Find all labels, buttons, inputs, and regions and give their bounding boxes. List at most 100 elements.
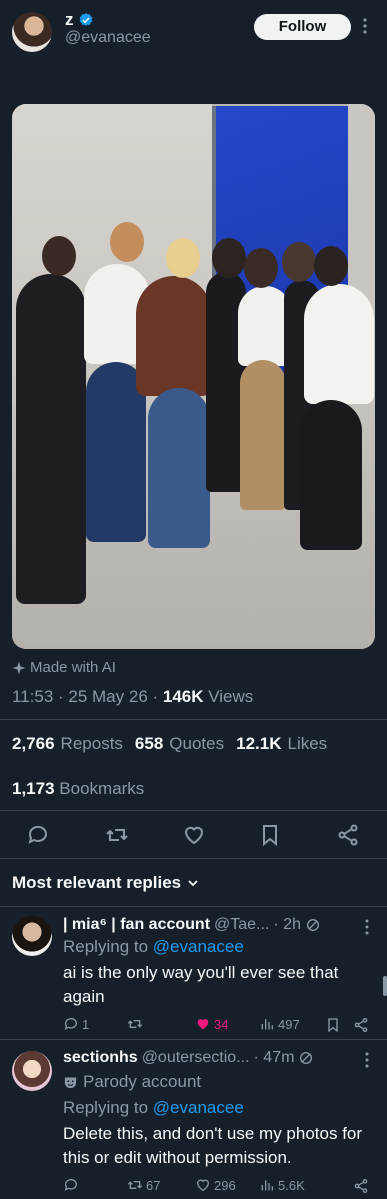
photo-person xyxy=(136,276,212,396)
reply-avatar[interactable] xyxy=(12,916,52,956)
reply-reply-action[interactable] xyxy=(63,1177,82,1193)
like-icon xyxy=(197,1019,209,1030)
reply-actions: 67 296 5.6K xyxy=(63,1177,373,1197)
photo-person-head xyxy=(42,236,76,276)
reply-author-handle[interactable]: @Tae... xyxy=(214,916,269,934)
share-icon[interactable] xyxy=(353,1017,369,1033)
bookmarks-stat[interactable]: 1,173 Bookmarks xyxy=(12,779,144,799)
made-with-ai-label[interactable]: Made with AI xyxy=(12,659,116,676)
reply-time[interactable]: · 2h xyxy=(273,916,301,934)
scrollbar-thumb[interactable] xyxy=(383,976,387,996)
author-handle[interactable]: @evanacee xyxy=(65,29,151,47)
replies-sort-label: Most relevant replies xyxy=(12,873,182,892)
tweet-action-bar xyxy=(0,820,387,850)
likes-label[interactable]: Likes xyxy=(287,734,327,754)
reply-reply-action[interactable]: 1 xyxy=(63,1016,89,1032)
like-icon[interactable] xyxy=(182,823,206,847)
repost-icon[interactable] xyxy=(105,823,129,847)
reposts-count[interactable]: 2,766 xyxy=(12,734,55,754)
bookmark-icon[interactable] xyxy=(325,1017,341,1033)
photo-person xyxy=(240,360,286,510)
views-label: Views xyxy=(208,687,254,706)
photo-person-head xyxy=(282,242,316,282)
replying-to-prefix: Replying to xyxy=(63,1098,149,1117)
repost-count: 67 xyxy=(146,1177,161,1193)
views-count: 497 xyxy=(278,1016,300,1032)
reply-author-name[interactable]: sectionhs xyxy=(63,1049,138,1067)
made-with-ai-text: Made with AI xyxy=(30,659,116,676)
bookmarks-count: 1,173 xyxy=(12,779,55,798)
reply-icon[interactable] xyxy=(26,823,50,847)
reply-item[interactable]: | mia⁶ | fan account @Tae... · 2h Replyi… xyxy=(0,906,387,1038)
photo-person-head xyxy=(166,238,200,278)
photo-person-head xyxy=(244,248,278,288)
author-name-row[interactable]: z xyxy=(65,10,94,30)
reply-item[interactable]: sectionhs @outersectio... · 47m Parody a… xyxy=(0,1039,387,1199)
more-icon[interactable] xyxy=(360,1051,374,1069)
repost-icon xyxy=(127,1020,143,1028)
author-avatar[interactable] xyxy=(12,12,52,52)
more-icon[interactable] xyxy=(360,918,374,936)
quotes-label[interactable]: Quotes xyxy=(169,734,224,754)
like-count: 296 xyxy=(214,1177,236,1193)
photo-person-head xyxy=(314,246,348,286)
reply-count: 1 xyxy=(82,1016,90,1032)
photo-person-head xyxy=(110,222,144,262)
parody-badge[interactable]: Parody account xyxy=(63,1072,201,1092)
bookmark-icon[interactable] xyxy=(258,823,282,847)
reply-text: Delete this, and don't use my photos for… xyxy=(63,1124,363,1167)
reply-header: | mia⁶ | fan account @Tae... · 2h xyxy=(63,916,353,934)
author-name[interactable]: z xyxy=(65,10,74,30)
engagement-stats: 2,766 Reposts 658 Quotes 12.1K Likes xyxy=(12,734,327,754)
replies-sort-dropdown[interactable]: Most relevant replies xyxy=(12,873,199,893)
replying-to-prefix: Replying to xyxy=(63,937,149,956)
sparkle-icon xyxy=(12,661,26,674)
replying-to-handle[interactable]: @evanacee xyxy=(153,1098,244,1117)
reply-text: ai is the only way you'll ever see that … xyxy=(63,963,339,1006)
reply-views-action[interactable]: 497 xyxy=(259,1016,300,1032)
reply-views-action[interactable]: 5.6K xyxy=(259,1177,305,1193)
photo-person xyxy=(16,274,86,604)
share-icon[interactable] xyxy=(336,823,360,847)
reply-avatar[interactable] xyxy=(12,1051,52,1091)
like-count: 34 xyxy=(214,1016,229,1032)
tweet-time[interactable]: 11:53 · 25 May 26 · xyxy=(12,687,163,706)
divider xyxy=(0,719,387,720)
tweet-timestamp-row: 11:53 · 25 May 26 · 146K Views xyxy=(12,687,253,707)
reposts-label[interactable]: Reposts xyxy=(61,734,123,754)
divider xyxy=(0,858,387,859)
parody-icon xyxy=(64,1077,77,1088)
replying-to-handle[interactable]: @evanacee xyxy=(153,937,244,956)
photo-person xyxy=(304,284,374,404)
share-icon[interactable] xyxy=(353,1178,369,1194)
parody-badge-text: Parody account xyxy=(83,1072,202,1091)
reply-like-action[interactable]: 296 xyxy=(195,1177,236,1193)
tweet-photo[interactable] xyxy=(12,104,375,649)
replying-to-line: Replying to @evanacee xyxy=(63,937,244,957)
quotes-count[interactable]: 658 xyxy=(135,734,163,754)
like-icon xyxy=(196,1179,210,1192)
reply-author-handle[interactable]: @outersectio... xyxy=(142,1049,250,1067)
bookmarks-label: Bookmarks xyxy=(59,779,145,798)
repost-icon xyxy=(127,1181,143,1189)
likes-count[interactable]: 12.1K xyxy=(236,734,281,754)
photo-person xyxy=(300,400,362,550)
replying-to-line: Replying to @evanacee xyxy=(63,1098,244,1118)
more-icon[interactable] xyxy=(358,16,372,36)
reply-repost-action[interactable]: 67 xyxy=(127,1177,160,1193)
reply-like-action[interactable]: 34 xyxy=(195,1016,228,1032)
photo-person xyxy=(148,388,210,548)
reply-repost-action[interactable] xyxy=(127,1016,146,1032)
ai-no-icon xyxy=(306,919,319,931)
verified-icon xyxy=(79,13,92,26)
chevron-down-icon xyxy=(188,880,198,887)
reply-icon xyxy=(64,1018,77,1030)
reply-time[interactable]: · 47m xyxy=(254,1049,295,1067)
ai-no-icon xyxy=(300,1052,313,1064)
reply-header: sectionhs @outersectio... · 47m xyxy=(63,1049,353,1067)
views-count: 146K xyxy=(162,687,204,706)
divider xyxy=(0,810,387,811)
photo-person-head xyxy=(212,238,246,278)
follow-button[interactable]: Follow xyxy=(254,14,351,40)
reply-author-name[interactable]: | mia⁶ | fan account xyxy=(63,916,210,934)
